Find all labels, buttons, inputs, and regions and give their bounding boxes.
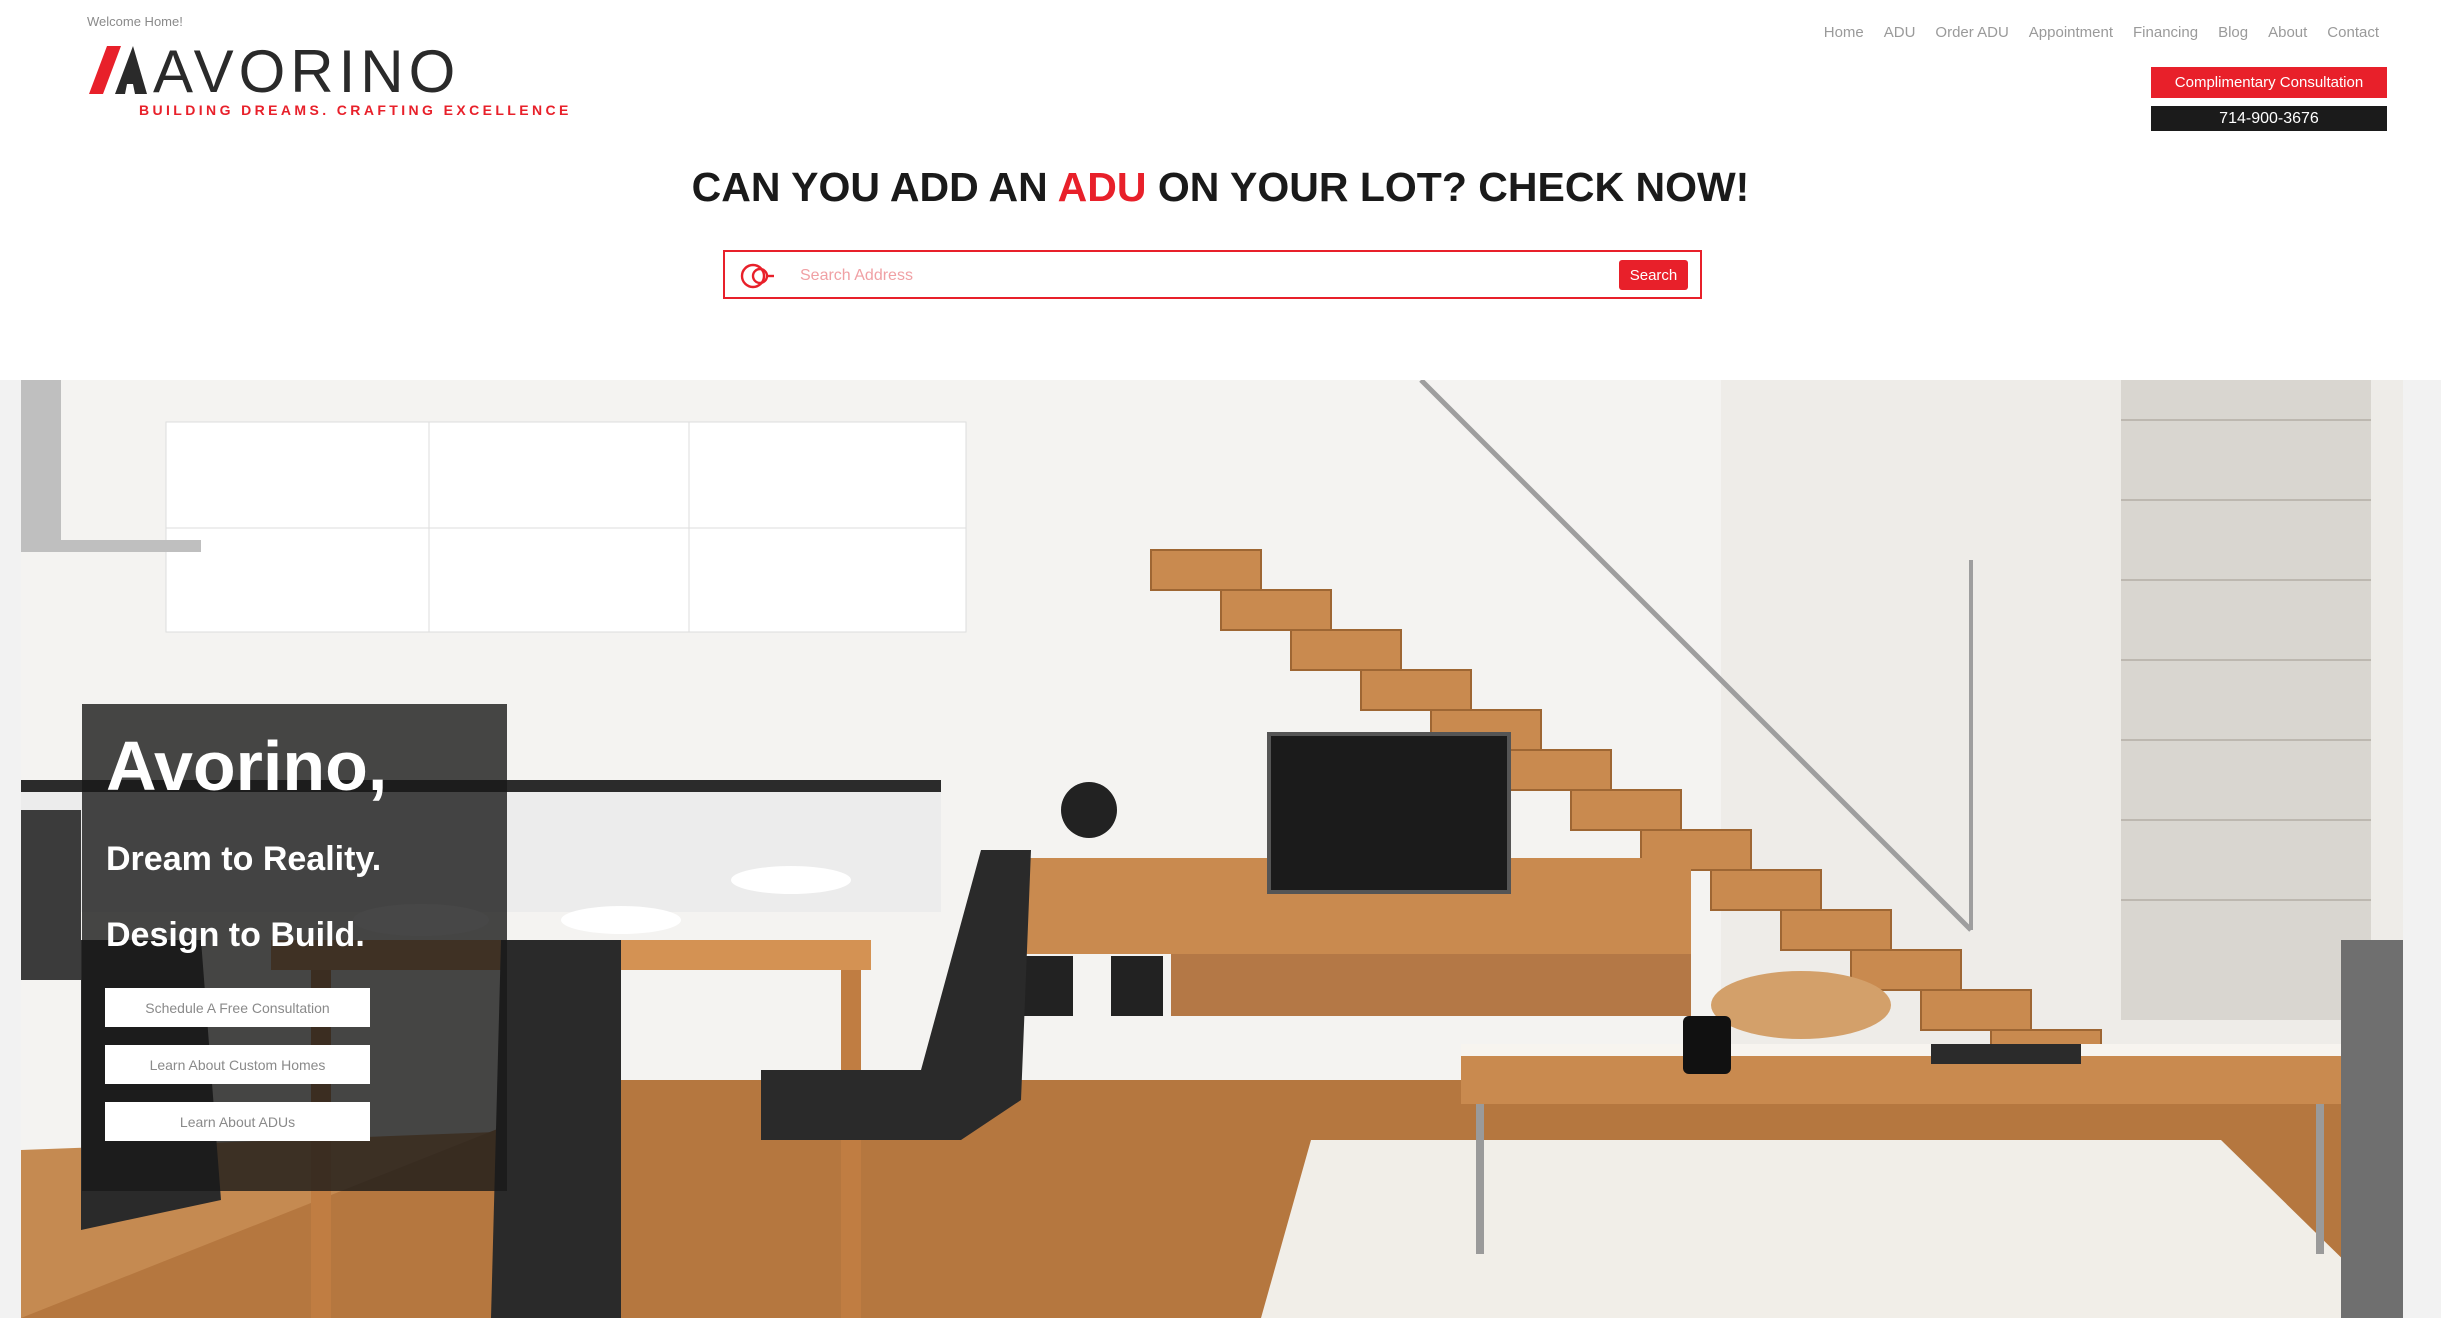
logo-wordmark-text: AVORINO: [153, 38, 457, 104]
adu-check-headline: CAN YOU ADD AN ADU ON YOUR LOT? CHECK NO…: [0, 164, 2441, 211]
nav-blog[interactable]: Blog: [2218, 24, 2248, 41]
hero-subtitle-2: Design to Build.: [106, 916, 365, 954]
search-button[interactable]: Search: [1619, 260, 1688, 290]
main-nav: Home ADU Order ADU Appointment Financing…: [1824, 24, 2379, 41]
phone-button[interactable]: 714-900-3676: [2151, 106, 2387, 131]
headline-text-post: ON YOUR LOT? CHECK NOW!: [1146, 164, 1750, 210]
logo-wordmark: AVORINO: [89, 38, 457, 104]
hero-overlay-panel: Avorino, Dream to Reality. Design to Bui…: [82, 704, 507, 1191]
hero-title: Avorino,: [106, 727, 388, 805]
consultation-button[interactable]: Complimentary Consultation: [2151, 67, 2387, 98]
nav-appointment[interactable]: Appointment: [2029, 24, 2113, 41]
hero-section: Avorino, Dream to Reality. Design to Bui…: [0, 380, 2441, 1318]
hero-subtitle-1: Dream to Reality.: [106, 840, 382, 878]
avorino-logo[interactable]: AVORINO BUILDING DREAMS. CRAFTING EXCELL…: [87, 34, 568, 124]
nav-adu[interactable]: ADU: [1884, 24, 1916, 41]
nav-order-adu[interactable]: Order ADU: [1935, 24, 2008, 41]
custom-homes-button[interactable]: Learn About Custom Homes: [105, 1045, 370, 1084]
schedule-consultation-button[interactable]: Schedule A Free Consultation: [105, 988, 370, 1027]
welcome-text: Welcome Home!: [87, 14, 183, 29]
nav-contact[interactable]: Contact: [2327, 24, 2379, 41]
map-pin-icon: [740, 263, 774, 289]
headline-text-pre: CAN YOU ADD AN: [691, 164, 1058, 210]
nav-financing[interactable]: Financing: [2133, 24, 2198, 41]
logo-tagline: BUILDING DREAMS. CRAFTING EXCELLENCE: [139, 102, 572, 118]
learn-adus-button[interactable]: Learn About ADUs: [105, 1102, 370, 1141]
address-search-bar: Search: [723, 250, 1702, 299]
address-search-input[interactable]: [798, 260, 1682, 292]
nav-home[interactable]: Home: [1824, 24, 1864, 41]
nav-about[interactable]: About: [2268, 24, 2307, 41]
headline-accent: ADU: [1057, 164, 1147, 210]
